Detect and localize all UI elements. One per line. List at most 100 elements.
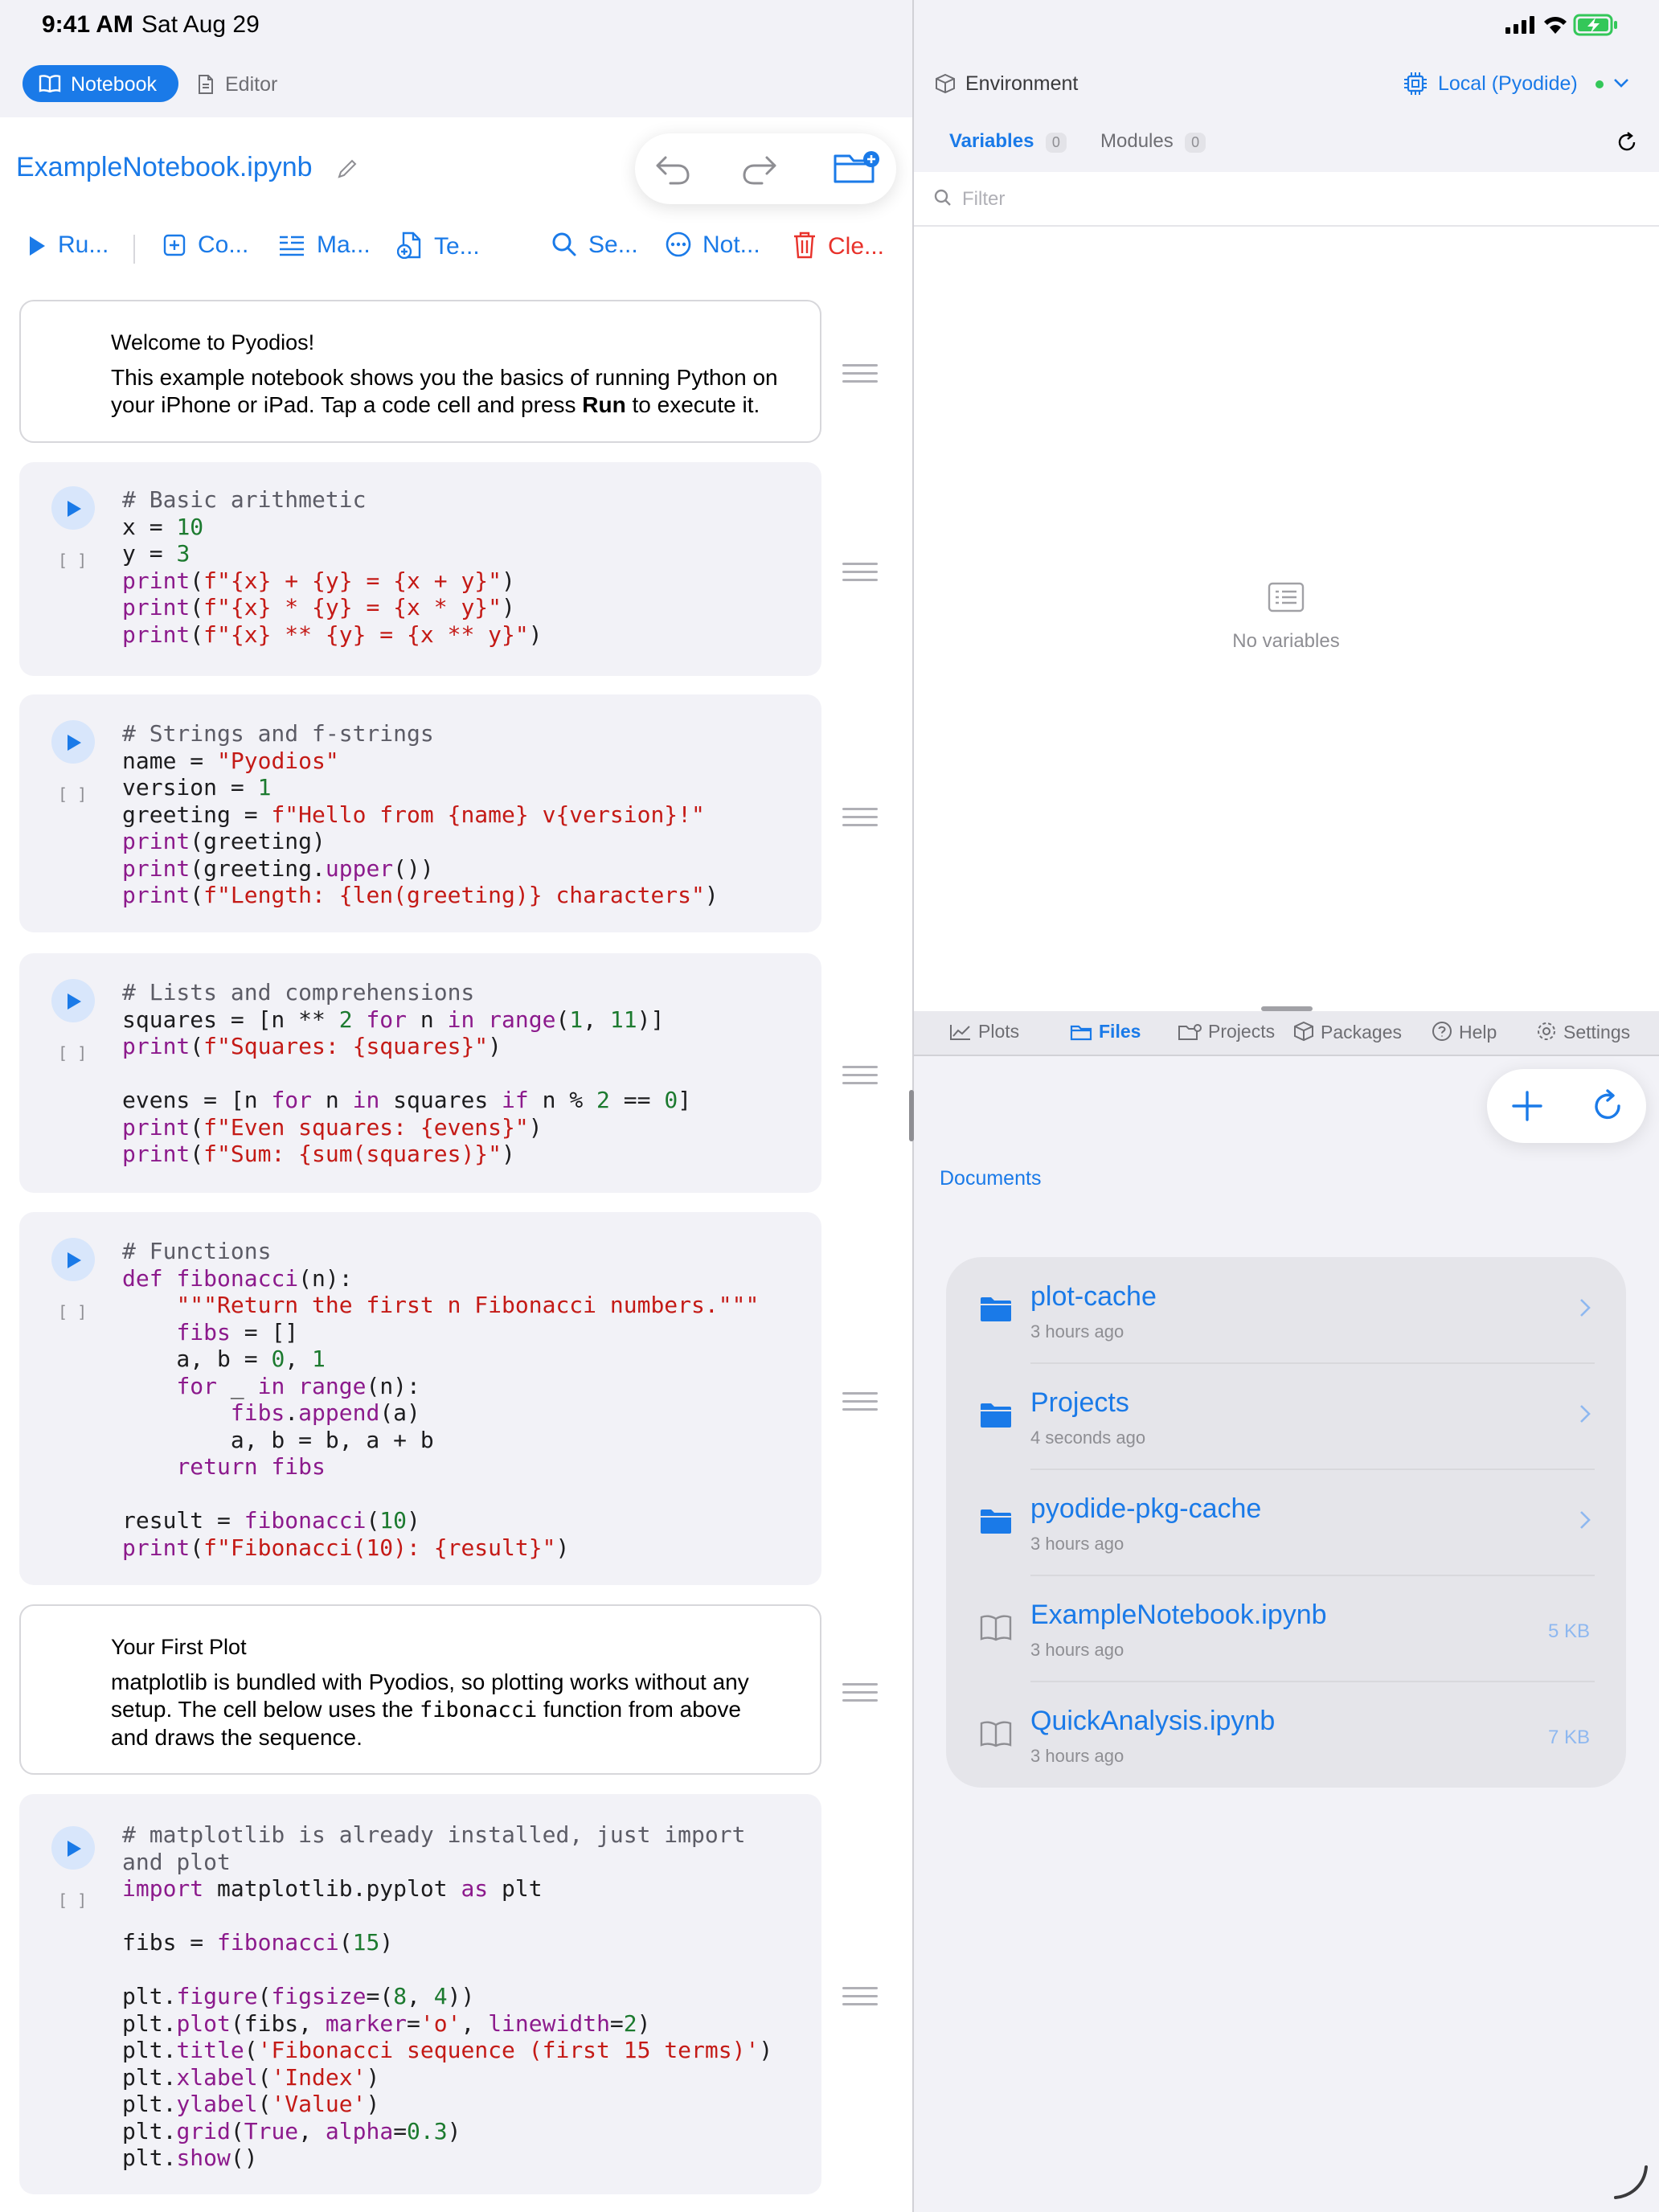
notebook-pane: 9:41 AM Sat Aug 29 Notebook Editor Examp… [0,0,912,2212]
tab-modules[interactable]: Modules 0 [1100,130,1206,158]
gear-icon [1538,1022,1555,1040]
battery-charging-icon [1573,14,1617,36]
drag-handle[interactable] [842,364,878,388]
add-markdown-button[interactable]: Ma... [278,231,371,259]
file-date: 3 hours ago [1030,1321,1124,1342]
floating-actions [635,133,896,204]
list-item[interactable]: Projects 4 seconds ago [947,1363,1614,1469]
chart-icon [950,1025,970,1040]
template-button[interactable]: Te... [396,231,480,260]
drag-handle[interactable] [842,1066,878,1090]
file-size: 5 KB [1547,1620,1590,1642]
filter-field[interactable]: Filter [914,172,1659,227]
clear-button[interactable]: Cle... [793,231,884,260]
code-cell[interactable]: [ ] # Functions def fibonacci(n): """Ret… [19,1212,821,1585]
question-circle-icon [1432,1022,1452,1041]
add-code-button[interactable]: Co... [162,231,248,259]
code-editor[interactable]: # Functions def fibonacci(n): """Return … [122,1238,759,1561]
play-icon [68,501,81,517]
file-name: Projects [1030,1387,1129,1418]
run-cell-button[interactable] [51,720,95,764]
code-editor[interactable]: # Strings and f-strings name = "Pyodios"… [122,720,719,909]
markdown-cell[interactable]: Welcome to Pyodios! This example noteboo… [19,300,821,443]
signal-icon [1505,16,1534,34]
markdown-text: This example notebook shows you the basi… [111,365,778,417]
plus-icon[interactable] [1511,1090,1543,1122]
pencil-icon[interactable] [336,158,358,180]
list-item[interactable]: plot-cache 3 hours ago [947,1257,1614,1363]
code-cell[interactable]: [ ] # Strings and f-strings name = "Pyod… [19,694,821,932]
new-folder-icon[interactable] [833,150,881,186]
tab-settings[interactable]: Settings [1536,1021,1630,1043]
filter-placeholder: Filter [962,188,1006,210]
tab-help[interactable]: Help [1432,1021,1497,1043]
notebook-mode-button[interactable]: Notebook [23,65,178,102]
run-cell-button[interactable] [51,486,95,530]
play-icon [68,735,81,751]
notebook-menu-button[interactable]: Not... [666,231,760,259]
tab-plots[interactable]: Plots [949,1021,1019,1043]
notebook-title[interactable]: ExampleNotebook.ipynb [16,152,313,183]
run-cell-button[interactable] [51,1826,95,1870]
markdown-cell[interactable]: Your First Plot matplotlib is bundled wi… [19,1604,821,1775]
list-icon [1268,582,1305,612]
search-button[interactable]: Se... [551,231,638,259]
search-icon [934,189,951,206]
book-icon [980,1721,1012,1747]
play-icon [68,993,81,1010]
environment-pane: Environment Local (Pyodide) Variables 0 … [914,0,1659,2212]
code-cell[interactable]: [ ] # Lists and comprehensions squares =… [19,953,821,1193]
drag-handle[interactable] [842,808,878,832]
refresh-icon[interactable] [1615,130,1639,154]
play-icon [68,1841,81,1857]
empty-state-text: No variables [1232,630,1340,652]
editor-mode-label: Editor [225,73,278,96]
location-breadcrumb[interactable]: Documents [940,1167,1041,1190]
list-item[interactable]: QuickAnalysis.ipynb 3 hours ago 7 KB [947,1682,1614,1788]
code-editor[interactable]: # matplotlib is already installed, just … [122,1821,772,2172]
book-icon [39,75,61,92]
tab-files[interactable]: Files [1070,1021,1141,1043]
execution-count: [ ] [58,1890,88,1910]
wifi-icon [1544,17,1567,34]
drag-handle[interactable] [842,563,878,587]
code-cell[interactable]: [ ] # Basic arithmetic x = 10 y = 3 prin… [19,462,821,676]
trash-icon [794,231,815,259]
cube-icon [936,73,955,94]
undo-icon[interactable] [654,154,691,185]
toolbar-divider [133,235,135,264]
run-cell-button[interactable] [51,979,95,1022]
book-icon [980,1615,1012,1641]
runtime-status-dot [1596,80,1604,88]
environment-title: Environment [965,72,1079,95]
play-icon [30,236,45,256]
markdown-title: Welcome to Pyodios! [111,330,315,354]
drag-handle[interactable] [842,1392,878,1416]
refresh-icon[interactable] [1590,1088,1625,1124]
runtime-label: Local (Pyodide) [1438,72,1578,95]
resize-corner-icon[interactable] [1611,2162,1651,2202]
file-date: 3 hours ago [1030,1640,1124,1660]
variables-panel [914,117,1659,1011]
code-editor[interactable]: # Lists and comprehensions squares = [n … [122,979,691,1168]
code-editor[interactable]: # Basic arithmetic x = 10 y = 3 print(f"… [122,486,543,648]
text-list-icon [280,236,304,256]
execution-count: [ ] [58,1043,88,1063]
file-name: plot-cache [1030,1281,1157,1312]
tab-variables[interactable]: Variables 0 [949,130,1067,158]
chevron-right-icon [1580,1511,1591,1529]
list-item[interactable]: pyodide-pkg-cache 3 hours ago [947,1469,1614,1575]
package-icon [1294,1021,1313,1042]
file-date: 3 hours ago [1030,1746,1124,1766]
drag-handle[interactable] [842,1987,878,2011]
code-cell[interactable]: [ ] # matplotlib is already installed, j… [19,1794,821,2194]
drag-handle[interactable] [842,1683,878,1707]
tab-packages[interactable]: Packages [1293,1021,1402,1043]
list-item[interactable]: ExampleNotebook.ipynb 3 hours ago 5 KB [947,1575,1614,1682]
run-all-button[interactable]: Ru... [27,231,109,259]
files-floating-actions [1487,1069,1646,1143]
redo-icon[interactable] [741,154,778,185]
run-cell-button[interactable] [51,1238,95,1281]
folder-icon [1070,1025,1092,1041]
tab-projects[interactable]: Projects [1178,1021,1275,1043]
